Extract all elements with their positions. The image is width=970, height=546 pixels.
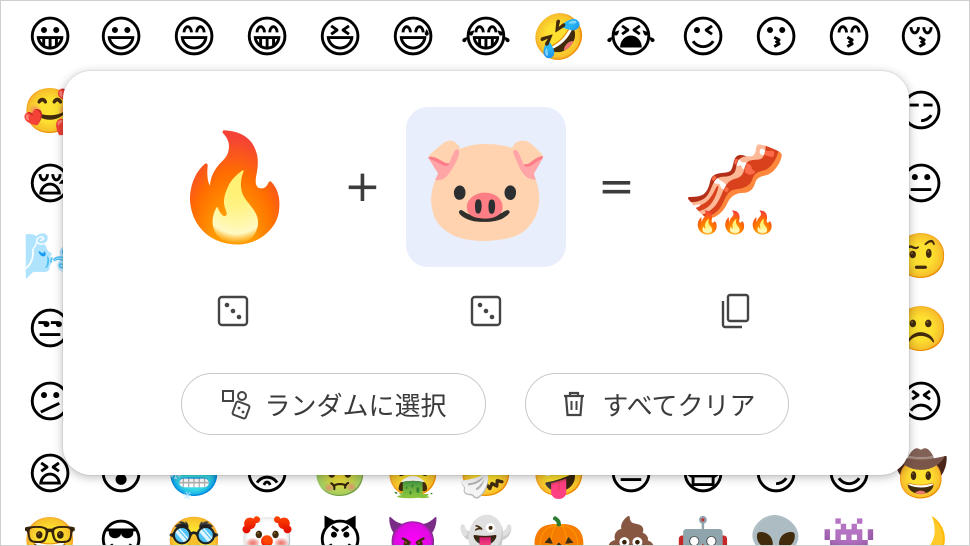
result-emoji-slot[interactable]: 🥓 🔥🔥🔥 bbox=[655, 107, 815, 267]
emoji-option[interactable]: 😀 bbox=[21, 9, 79, 67]
plus-sign: + bbox=[344, 161, 381, 212]
emoji-option[interactable]: 🌙 bbox=[892, 512, 950, 546]
app-frame: 😀😃😄😁😆😅😂🤣😭😉😗😙😚🥰😏😪😐🌬️🤨😒☹️😕😣😫😵🥶😡🤢🤮🤧🤪😒😷😏😌🤠🤓😎… bbox=[0, 0, 970, 546]
shapes-dice-icon bbox=[220, 388, 252, 420]
right-emoji-slot[interactable]: 🐷 bbox=[406, 107, 566, 267]
emoji-option[interactable]: 😁 bbox=[238, 9, 296, 67]
emoji-option[interactable]: 🥸 bbox=[165, 512, 223, 546]
dice-icon bbox=[217, 295, 249, 327]
emoji-option[interactable]: 😉 bbox=[674, 9, 732, 67]
emoji-option[interactable]: 😅 bbox=[384, 9, 442, 67]
emoji-option[interactable]: 👾 bbox=[820, 512, 878, 546]
randomize-right-button[interactable] bbox=[466, 291, 506, 331]
equals-sign: = bbox=[598, 161, 635, 212]
emoji-option[interactable]: 😈 bbox=[311, 512, 369, 546]
left-emoji: 🔥 bbox=[170, 126, 300, 248]
copy-icon bbox=[721, 293, 750, 329]
copy-result-button[interactable] bbox=[715, 291, 755, 331]
emoji-option[interactable]: 👽 bbox=[747, 512, 805, 546]
emoji-option[interactable]: 😭 bbox=[602, 9, 660, 67]
emoji-option[interactable]: 😚 bbox=[892, 9, 950, 67]
dice-icon bbox=[470, 295, 502, 327]
emoji-option[interactable]: 👻 bbox=[457, 512, 515, 546]
emoji-option[interactable]: 🤡 bbox=[238, 512, 296, 546]
emoji-option[interactable]: 😃 bbox=[92, 9, 150, 67]
left-emoji-slot[interactable]: 🔥 bbox=[155, 107, 315, 267]
emoji-option[interactable]: 💩 bbox=[602, 512, 660, 546]
randomize-left-button[interactable] bbox=[213, 291, 253, 331]
trash-icon bbox=[558, 388, 590, 420]
random-select-label: ランダムに選択 bbox=[264, 391, 447, 422]
emoji-option[interactable]: 👿 bbox=[384, 512, 442, 546]
emoji-option[interactable]: 😂 bbox=[457, 9, 515, 67]
emoji-option[interactable]: 😎 bbox=[92, 512, 150, 546]
emoji-option[interactable]: 😄 bbox=[165, 9, 223, 67]
random-select-button[interactable]: ランダムに選択 bbox=[181, 373, 486, 435]
clear-all-button[interactable]: すべてクリア bbox=[525, 373, 789, 435]
emoji-option[interactable]: 🤣 bbox=[530, 9, 588, 67]
emoji-option[interactable]: 🤖 bbox=[674, 512, 732, 546]
clear-all-label: すべてクリア bbox=[602, 391, 756, 422]
emoji-option[interactable]: 😆 bbox=[311, 9, 369, 67]
emoji-option[interactable]: 🤓 bbox=[21, 512, 79, 546]
emoji-option[interactable]: 🎃 bbox=[530, 512, 588, 546]
result-fire-emoji: 🔥🔥🔥 bbox=[693, 211, 777, 236]
right-emoji: 🐷 bbox=[421, 126, 551, 248]
emoji-option[interactable]: 😗 bbox=[747, 9, 805, 67]
emoji-option[interactable]: 😙 bbox=[820, 9, 878, 67]
emoji-kitchen-card: 🔥 + 🐷 = 🥓 🔥🔥🔥 ランダムに選択 すべてクリア bbox=[63, 71, 909, 475]
